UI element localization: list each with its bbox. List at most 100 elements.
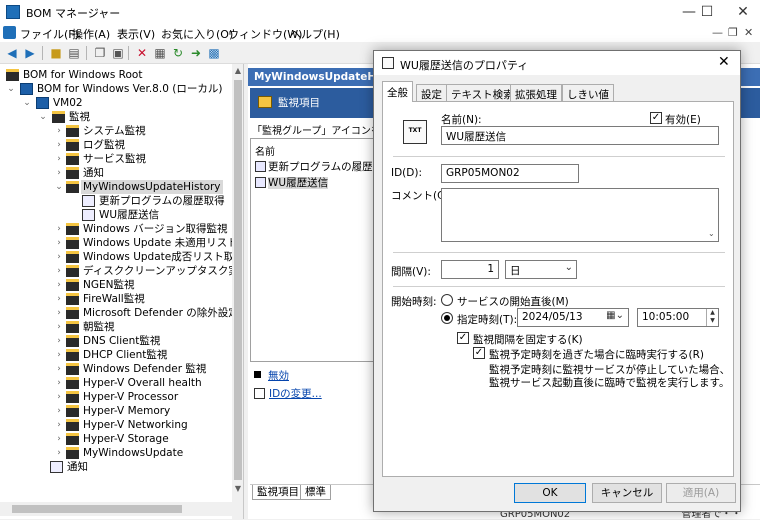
tree-item[interactable]: › Hyper-V Processor [0, 390, 232, 404]
tab-text-search[interactable]: テキスト検索 [446, 84, 519, 101]
name-field[interactable]: WU履歴送信 [441, 126, 719, 145]
tree-item[interactable]: 更新プログラムの履歴取得 [0, 194, 232, 208]
tree-hscroll-thumb[interactable] [12, 505, 182, 513]
tree-vertical-scrollbar[interactable]: ▲ ▼ [232, 64, 243, 519]
tree-item[interactable]: ⌄ BOM for Windows Ver.8.0 (ローカル) [0, 82, 232, 96]
service-start-radio[interactable] [441, 294, 453, 306]
tree-item[interactable]: › Hyper-V Storage [0, 432, 232, 446]
run-missed-checkbox[interactable]: ✓ [473, 347, 485, 359]
comment-field[interactable] [441, 188, 719, 242]
maximize-button[interactable]: ☐ [690, 0, 724, 24]
copy-icon[interactable]: ❐ [92, 45, 108, 61]
id-field[interactable]: GRP05MON02 [441, 164, 579, 183]
up-folder-icon[interactable]: ■ [48, 45, 64, 61]
tree-horizontal-scrollbar[interactable] [0, 502, 243, 516]
tree-item[interactable]: ⌄ 監視 [0, 110, 232, 124]
tree-item[interactable]: › ログ監視 [0, 138, 232, 152]
mdi-restore-button[interactable]: ❐ [728, 26, 738, 39]
tree-item[interactable]: › DHCP Client監視 [0, 348, 232, 362]
chevron-right-icon[interactable]: › [54, 348, 64, 362]
tree-scroll-thumb[interactable] [234, 80, 242, 480]
tree-item[interactable]: ⌄ VM02 [0, 96, 232, 110]
help-icon[interactable]: ▩ [206, 45, 222, 61]
interval-unit-select[interactable]: 日 ⌄ [505, 260, 577, 279]
fix-interval-checkbox[interactable]: ✓ [457, 332, 469, 344]
apply-button[interactable]: 適用(A) [666, 483, 736, 503]
chevron-right-icon[interactable]: › [54, 166, 64, 180]
chevron-right-icon[interactable]: › [54, 292, 64, 306]
chevron-right-icon[interactable]: › [54, 404, 64, 418]
tree-item[interactable]: › MyWindowsUpdate [0, 446, 232, 460]
time-spinner-icon[interactable]: ▲ ▼ [706, 309, 718, 326]
tree-item[interactable]: › Windows Update成否リスト取得 [0, 250, 243, 264]
chevron-right-icon[interactable]: › [54, 236, 64, 250]
chevron-right-icon[interactable]: › [54, 138, 64, 152]
task-change-id-label[interactable]: IDの変更... [269, 388, 322, 400]
chevron-down-icon[interactable]: ⌄ [6, 82, 16, 96]
tab-general[interactable]: 全般 [382, 81, 413, 102]
date-picker[interactable]: 2024/05/13 ▦⌄ [517, 308, 629, 327]
chevron-right-icon[interactable]: › [54, 390, 64, 404]
monitor-item-list[interactable]: 名前 更新プログラムの履歴取得 WU履歴送信 [250, 138, 394, 362]
chevron-right-icon[interactable]: › [54, 152, 64, 166]
chevron-right-icon[interactable]: › [54, 278, 64, 292]
tree-item[interactable]: 通知 [0, 460, 232, 474]
tree-item[interactable]: BOM for Windows Root [0, 68, 232, 82]
interval-field[interactable]: 1 [441, 260, 499, 279]
chevron-down-icon[interactable]: ⌄ [22, 96, 32, 110]
tree-item[interactable]: › Windows Defender 監視 [0, 362, 232, 376]
tree-item[interactable]: › サービス監視 [0, 152, 232, 166]
tab-standard[interactable]: 標準 [300, 485, 331, 500]
time-field[interactable]: 10:05:00 ▲ ▼ [637, 308, 719, 327]
paste-icon[interactable]: ▣ [110, 45, 126, 61]
task-disable[interactable]: 無効 [254, 368, 289, 383]
cancel-button[interactable]: キャンセル [592, 483, 662, 503]
chevron-right-icon[interactable]: › [54, 124, 64, 138]
tree-item[interactable]: › Hyper-V Networking [0, 418, 232, 432]
properties-sheet-icon[interactable]: ▦ [152, 45, 168, 61]
refresh-icon[interactable]: ↻ [170, 45, 186, 61]
back-icon[interactable]: ◀ [4, 45, 20, 61]
properties-icon[interactable]: ▤ [66, 45, 82, 61]
task-disable-label[interactable]: 無効 [268, 370, 289, 382]
tree-item[interactable]: › ディスククリーンアップタスク実行 [0, 264, 243, 278]
menu-action[interactable]: 操作(A) [72, 26, 110, 42]
chevron-right-icon[interactable]: › [54, 446, 64, 460]
tab-extended[interactable]: 拡張処理 [510, 84, 562, 101]
mdi-close-button[interactable]: ✕ [744, 26, 753, 39]
dialog-close-icon[interactable]: ✕ [718, 54, 730, 70]
chevron-down-icon[interactable]: ⌄ [38, 110, 48, 124]
chevron-right-icon[interactable]: › [54, 264, 64, 278]
tree-item[interactable]: › 朝監視 [0, 320, 232, 334]
chevron-right-icon[interactable]: › [54, 418, 64, 432]
mdi-app-icon[interactable] [3, 26, 16, 39]
tree-item[interactable]: › FireWall監視 [0, 292, 232, 306]
ok-button[interactable]: OK [514, 483, 586, 503]
chevron-right-icon[interactable]: › [54, 222, 64, 236]
tab-threshold[interactable]: しきい値 [562, 84, 614, 101]
tree-item[interactable]: › システム監視 [0, 124, 232, 138]
chevron-right-icon[interactable]: › [54, 376, 64, 390]
chevron-right-icon[interactable]: › [54, 362, 64, 376]
tree-item[interactable]: WU履歴送信 [0, 208, 232, 222]
chevron-right-icon[interactable]: › [54, 250, 64, 264]
chevron-right-icon[interactable]: › [54, 334, 64, 348]
tree-item[interactable]: › Hyper-V Overall health [0, 376, 232, 390]
tree-item[interactable]: › DNS Client監視 [0, 334, 232, 348]
scroll-down-icon[interactable]: ▼ [232, 484, 243, 493]
enabled-checkbox[interactable]: ✓ [650, 112, 662, 124]
list-header-name[interactable]: 名前 [255, 143, 275, 158]
tab-settings[interactable]: 設定 [416, 84, 447, 101]
delete-icon[interactable]: ✕ [134, 45, 150, 61]
menu-help[interactable]: ヘルプ(H) [290, 26, 340, 42]
tree-item[interactable]: › NGEN監視 [0, 278, 232, 292]
chevron-right-icon[interactable]: › [54, 320, 64, 334]
close-button[interactable]: ✕ [726, 0, 760, 24]
tree-item[interactable]: › Microsoft Defender の除外設定監視 [0, 306, 243, 320]
chevron-down-icon[interactable]: ⌄ [54, 180, 64, 194]
menu-file[interactable]: ファイル(F) [20, 26, 79, 42]
chevron-right-icon[interactable]: › [54, 306, 64, 320]
specified-time-radio[interactable] [441, 312, 453, 324]
forward-icon[interactable]: ▶ [22, 45, 38, 61]
menu-favorites[interactable]: お気に入り(O) [161, 26, 233, 42]
